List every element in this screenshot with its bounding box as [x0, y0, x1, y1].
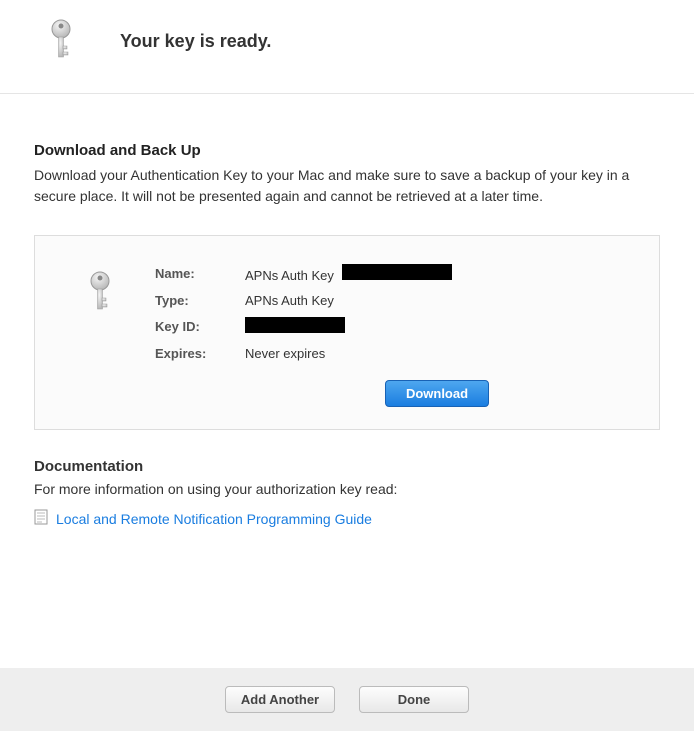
download-button[interactable]: Download — [385, 380, 489, 407]
documentation-heading: Documentation — [34, 458, 660, 475]
done-button[interactable]: Done — [359, 686, 469, 713]
documentation-body: For more information on using your autho… — [34, 481, 660, 497]
documentation-section: Documentation For more information on us… — [0, 430, 694, 528]
key-icon — [46, 18, 76, 65]
header: Your key is ready. — [0, 0, 694, 94]
redacted-name — [342, 264, 452, 280]
redacted-keyid — [245, 317, 345, 333]
page-title: Your key is ready. — [120, 31, 271, 52]
documentation-link[interactable]: Local and Remote Notification Programmin… — [56, 511, 372, 527]
name-label: Name: — [155, 266, 245, 281]
expires-label: Expires: — [155, 346, 245, 361]
type-label: Type: — [155, 293, 245, 308]
add-another-button[interactable]: Add Another — [225, 686, 335, 713]
key-details-box: Name: APNs Auth Key Type: APNs Auth Key … — [34, 235, 660, 430]
document-icon — [34, 509, 48, 528]
key-fields: Name: APNs Auth Key Type: APNs Auth Key … — [155, 264, 629, 407]
name-prefix: APNs Auth Key — [245, 268, 334, 283]
download-heading: Download and Back Up — [34, 142, 660, 159]
keyid-label: Key ID: — [155, 319, 245, 334]
footer: Add Another Done — [0, 668, 694, 731]
name-value: APNs Auth Key — [245, 264, 452, 283]
download-body: Download your Authentication Key to your… — [34, 165, 660, 207]
download-section: Download and Back Up Download your Authe… — [0, 94, 694, 207]
keyid-value — [245, 317, 345, 336]
key-icon — [85, 270, 115, 317]
type-value: APNs Auth Key — [245, 293, 334, 308]
expires-value: Never expires — [245, 346, 325, 361]
